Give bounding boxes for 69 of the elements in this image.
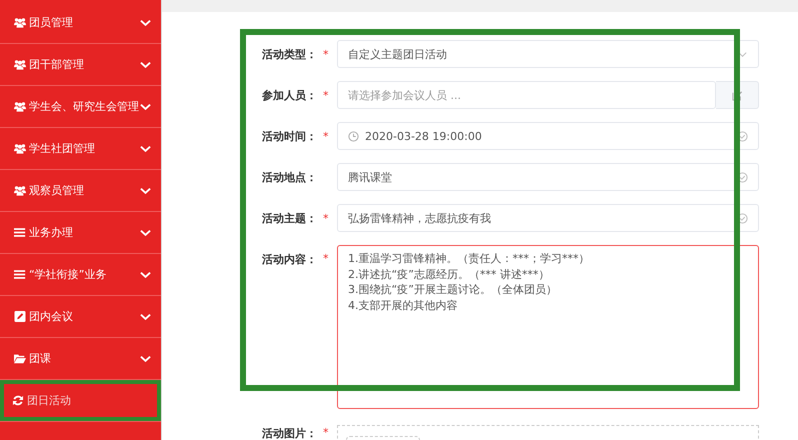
- field-label: 活动图片：: [262, 426, 317, 440]
- text-line: 4.支部开展的其他内容: [348, 298, 458, 313]
- users-icon: [14, 185, 26, 196]
- text-area[interactable]: 1.重温学习雷锋精神。（责任人：***；学习***） 2.讲述抗“疫”志愿经历。（*** 讲述***） 3.围绕抗“疫”开展主题讨论。（全体团员） 4.支部开展的其他内容: [337, 245, 759, 409]
- sidebar-item[interactable]: “学社衔接”业务: [0, 254, 161, 296]
- chevron-down-icon: [140, 60, 151, 68]
- edit-icon: [14, 311, 26, 322]
- menu-icon: [14, 269, 26, 280]
- sidebar-item[interactable]: 业务办理: [0, 212, 161, 254]
- text-line: 2.讲述抗“疫”志愿经历。（*** 讲述***）: [348, 266, 550, 282]
- sidebar-item[interactable]: 团员管理: [0, 2, 161, 44]
- input-field[interactable]: 请选择参加会议人员 ...: [337, 81, 716, 109]
- field-value: 腾讯课堂: [348, 170, 393, 184]
- text-line: 3.围绕抗“疫”开展主题讨论。（全体团员）: [348, 282, 558, 298]
- sidebar-item[interactable]: 团日活动: [0, 380, 161, 422]
- field-value: 2020-03-28 19:00:00: [365, 130, 483, 142]
- users-icon: [14, 101, 26, 112]
- chevron-down-icon: [140, 186, 151, 194]
- sidebar-label: 团内会议: [29, 309, 74, 324]
- sidebar-item[interactable]: 学生社团管理: [0, 128, 161, 170]
- users-icon: [14, 59, 26, 70]
- sidebar-item[interactable]: 学生会、研究生会管理: [0, 86, 161, 128]
- chevron-down-icon: [140, 18, 151, 26]
- chevron-down-icon: [140, 312, 151, 320]
- sidebar-label: 观察员管理: [29, 183, 85, 198]
- field-label: 活动主题：: [262, 210, 317, 226]
- required-asterisk: *: [323, 48, 329, 60]
- folder-icon: [14, 353, 26, 364]
- sidebar-label: 学生社团管理: [29, 141, 96, 156]
- sidebar-label: 团员管理: [29, 15, 74, 30]
- field-value: 弘扬雷锋精神，志愿抗疫有我: [348, 210, 492, 226]
- required-asterisk: *: [323, 130, 329, 142]
- chevron-down-icon: [140, 270, 151, 278]
- sidebar-label: 团课: [29, 351, 52, 366]
- sidebar-label: 团干部管理: [29, 57, 85, 72]
- field-label: 活动地点：: [262, 170, 317, 184]
- field-label: 参加人员：: [262, 88, 317, 102]
- field-label: 活动类型：: [262, 46, 317, 62]
- sidebar-item[interactable]: 团课: [0, 338, 161, 380]
- field-placeholder: 请选择参加会议人员 ...: [348, 88, 462, 102]
- clock-icon: [348, 130, 359, 142]
- required-asterisk: *: [323, 212, 329, 224]
- sidebar-item[interactable]: 团干部管理: [0, 44, 161, 86]
- sidebar-label: “学社衔接”业务: [29, 267, 108, 282]
- chevron-down-icon: [140, 144, 151, 152]
- chevron-down-icon: [140, 354, 151, 362]
- input-field[interactable]: 2020-03-28 19:00:00: [337, 122, 759, 150]
- input-field[interactable]: 腾讯课堂: [337, 163, 759, 191]
- menu-icon: [14, 227, 26, 238]
- sidebar-item[interactable]: 观察员管理: [0, 170, 161, 212]
- sidebar-label: 团日活动: [27, 393, 72, 408]
- chevron-down-icon: [140, 228, 151, 236]
- sidebar-item[interactable]: 团内会议: [0, 296, 161, 338]
- required-asterisk: *: [323, 252, 329, 265]
- chevron-down-icon: [140, 102, 151, 110]
- input-field[interactable]: 自定义主题团日活动: [337, 40, 759, 68]
- field-label: 活动内容：: [262, 252, 317, 267]
- users-icon: [14, 17, 26, 28]
- users-icon: [14, 143, 26, 154]
- field-label: 活动时间：: [262, 128, 317, 144]
- required-asterisk: *: [323, 88, 329, 102]
- sidebar-label: 学生会、研究生会管理: [29, 99, 140, 114]
- text-line: 1.重温学习雷锋精神。（责任人：***；学习***）: [348, 251, 590, 266]
- field-value: 自定义主题团日活动: [348, 46, 448, 62]
- sidebar-label: 业务办理: [29, 225, 74, 240]
- refresh-icon: [12, 395, 24, 406]
- input-field[interactable]: 弘扬雷锋精神，志愿抗疫有我: [337, 204, 759, 232]
- required-asterisk: *: [323, 426, 329, 439]
- edit-icon: [732, 90, 742, 100]
